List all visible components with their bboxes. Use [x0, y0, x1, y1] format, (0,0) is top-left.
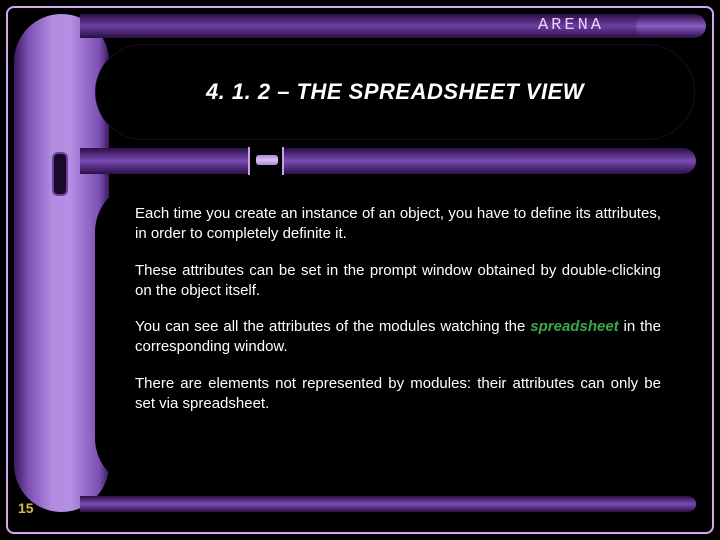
- app-label: ARENA: [538, 16, 604, 35]
- paragraph-4: There are elements not represented by mo…: [135, 374, 661, 415]
- keyword-spreadsheet: spreadsheet: [530, 318, 618, 335]
- paragraph-3-pre: You can see all the attributes of the mo…: [135, 318, 530, 335]
- top-bar-cap: [636, 14, 706, 38]
- divider-notch: [248, 147, 284, 175]
- body-panel: Each time you create an instance of an o…: [95, 182, 695, 488]
- paragraph-2: These attributes can be set in the promp…: [135, 261, 661, 302]
- paragraph-1: Each time you create an instance of an o…: [135, 204, 661, 245]
- slide-title: 4. 1. 2 – THE SPREADSHEET VIEW: [206, 79, 584, 105]
- slide: ARENA 4. 1. 2 – THE SPREADSHEET VIEW Eac…: [0, 0, 720, 540]
- paragraph-3: You can see all the attributes of the mo…: [135, 317, 661, 358]
- divider-bar: [80, 148, 696, 174]
- title-panel: 4. 1. 2 – THE SPREADSHEET VIEW: [95, 44, 695, 140]
- page-number: 15: [18, 500, 34, 516]
- bottom-bar: [80, 496, 696, 512]
- top-bar: ARENA: [80, 14, 694, 38]
